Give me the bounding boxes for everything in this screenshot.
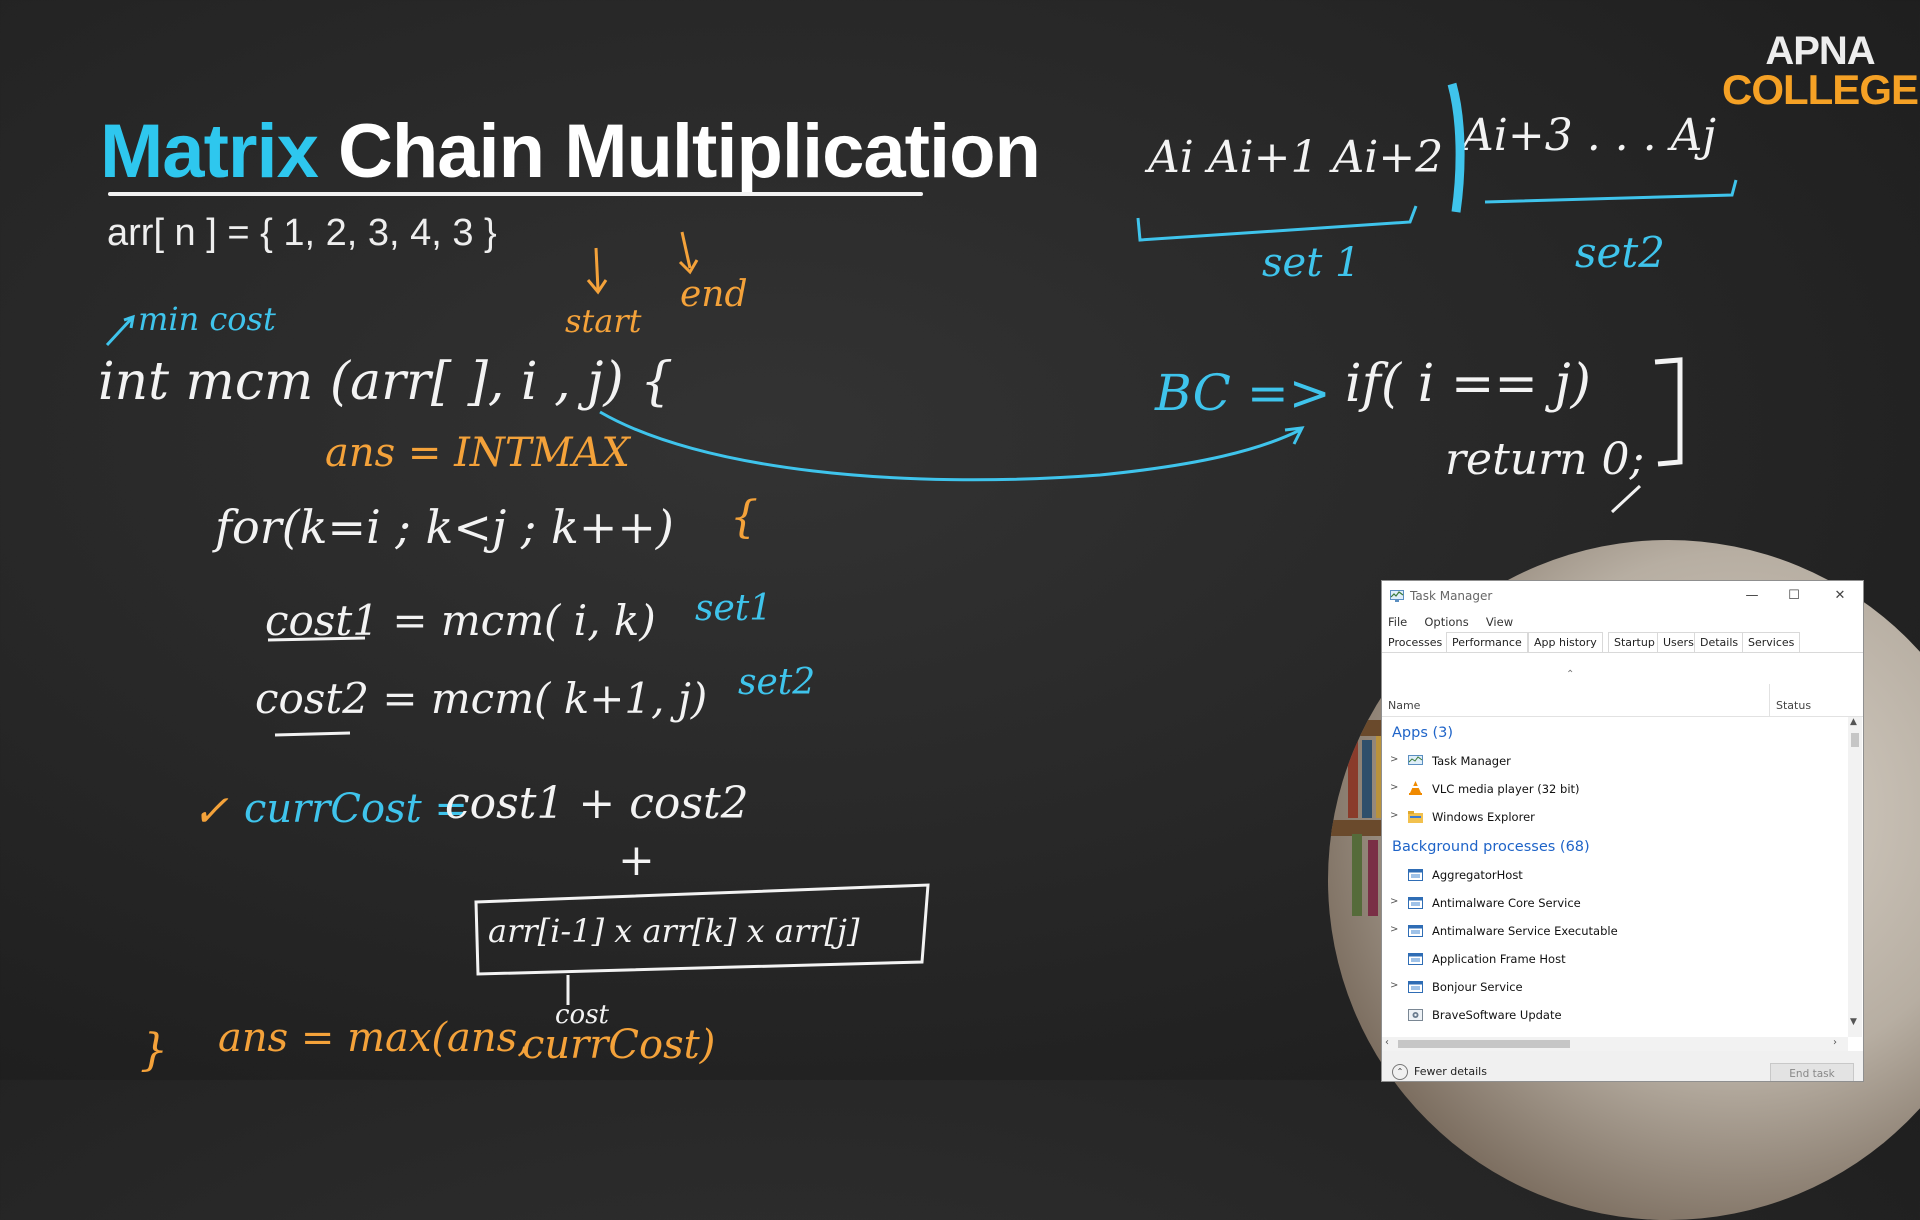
scroll-right-icon[interactable]: › [1833, 1037, 1837, 1048]
setup-icon [1408, 1009, 1423, 1021]
apps-group-header[interactable]: Apps (3) [1382, 719, 1848, 747]
book [1362, 740, 1372, 818]
set1-bracket [1136, 205, 1418, 242]
menu-options[interactable]: Options [1424, 615, 1468, 629]
task-manager-window[interactable]: Task Manager — ☐ ✕ File Options View Pro… [1381, 580, 1864, 1082]
book [1348, 730, 1358, 818]
vlc-cone-icon [1409, 781, 1422, 795]
process-name: Bonjour Service [1432, 980, 1523, 994]
process-row-bonjour-service[interactable]: > Bonjour Service [1382, 973, 1848, 1001]
task-manager-icon [1408, 755, 1423, 765]
fewer-details-label: Fewer details [1414, 1065, 1487, 1078]
process-row-bravesoftware-update[interactable]: BraveSoftware Update [1382, 1001, 1848, 1029]
book [1352, 834, 1362, 916]
start-arrow [594, 247, 600, 291]
expand-chevron-icon[interactable]: > [1390, 896, 1398, 907]
min-cost-arrow [105, 316, 134, 347]
window-process-icon [1408, 897, 1423, 909]
end-task-button[interactable]: End task [1770, 1063, 1854, 1081]
column-name[interactable]: Name [1388, 699, 1420, 712]
title-bar[interactable]: Task Manager — ☐ ✕ [1382, 581, 1863, 611]
base-case-link-arrow [599, 410, 1301, 482]
process-row-windows-explorer[interactable]: > Windows Explorer [1382, 803, 1848, 831]
return-mark [1610, 484, 1642, 514]
vertical-scrollbar[interactable]: ▲ ▼ [1848, 717, 1862, 1037]
process-row-antimalware-executable[interactable]: > Antimalware Service Executable [1382, 917, 1848, 945]
tab-app-history[interactable]: App history [1528, 632, 1603, 652]
maximize-icon[interactable]: ☐ [1783, 586, 1805, 606]
process-row-task-manager[interactable]: > Task Manager [1382, 747, 1848, 775]
horizontal-scroll-thumb[interactable] [1398, 1040, 1570, 1048]
process-name: Task Manager [1432, 754, 1511, 768]
minimize-icon[interactable]: — [1741, 586, 1763, 606]
tab-services[interactable]: Services [1742, 632, 1801, 652]
column-separator[interactable] [1769, 684, 1770, 716]
process-row-aggregatorhost[interactable]: AggregatorHost [1382, 861, 1848, 889]
scroll-up-icon[interactable]: ▲ [1850, 717, 1857, 727]
process-name: AggregatorHost [1432, 868, 1523, 882]
process-name: Application Frame Host [1432, 952, 1566, 966]
task-manager-icon [1390, 590, 1404, 602]
process-row-vlc[interactable]: > VLC media player (32 bit) [1382, 775, 1848, 803]
expand-chevron-icon[interactable]: > [1390, 924, 1398, 935]
book [1368, 840, 1378, 916]
chevron-up-icon: ⌃ [1392, 1064, 1408, 1080]
scroll-down-icon[interactable]: ▼ [1850, 1017, 1857, 1027]
tab-strip: Processes Performance App history Startu… [1382, 632, 1863, 653]
background-group-header[interactable]: Background processes (68) [1382, 833, 1848, 861]
scroll-left-icon[interactable]: ‹ [1385, 1037, 1389, 1048]
cost1-underline [267, 636, 366, 642]
process-name: BraveSoftware Update [1432, 1008, 1562, 1022]
tab-details[interactable]: Details [1694, 632, 1745, 652]
end-arrow [680, 231, 692, 269]
menu-bar: File Options View [1382, 611, 1863, 629]
process-name: Windows Explorer [1432, 810, 1535, 824]
horizontal-scrollbar[interactable]: ‹ › [1382, 1037, 1848, 1051]
product-box [474, 883, 930, 976]
menu-file[interactable]: File [1388, 615, 1407, 629]
close-icon[interactable]: ✕ [1829, 586, 1851, 606]
chalkboard: Matrix Chain Multiplication arr[ n ] = {… [0, 0, 1920, 1220]
process-row-application-frame-host[interactable]: Application Frame Host [1382, 945, 1848, 973]
window-process-icon [1408, 981, 1423, 993]
window-title: Task Manager [1410, 589, 1493, 603]
process-name: VLC media player (32 bit) [1432, 782, 1580, 796]
vertical-scroll-thumb[interactable] [1851, 733, 1859, 747]
fewer-details-button[interactable]: ⌃ Fewer details [1392, 1064, 1487, 1080]
sort-arrow-icon[interactable]: ⌃ [1566, 669, 1574, 680]
footer-bar: ⌃ Fewer details End task [1382, 1051, 1863, 1081]
base-case-bracket [1654, 357, 1683, 467]
window-process-icon [1408, 953, 1423, 965]
process-name: Antimalware Service Executable [1432, 924, 1618, 938]
column-header: Name Status [1382, 684, 1863, 717]
expand-chevron-icon[interactable]: > [1390, 980, 1398, 991]
expand-chevron-icon[interactable]: > [1390, 810, 1398, 821]
menu-view[interactable]: View [1486, 615, 1513, 629]
cost2-underline [274, 731, 351, 737]
window-process-icon [1408, 925, 1423, 937]
tab-startup[interactable]: Startup [1608, 632, 1661, 652]
set2-bracket [1484, 179, 1738, 204]
tab-performance[interactable]: Performance [1446, 632, 1528, 652]
column-status[interactable]: Status [1776, 699, 1811, 712]
folder-icon [1408, 811, 1423, 823]
expand-chevron-icon[interactable]: > [1390, 782, 1398, 793]
process-name: Antimalware Core Service [1432, 896, 1581, 910]
process-row-antimalware-core[interactable]: > Antimalware Core Service [1382, 889, 1848, 917]
process-list: Apps (3) > Task Manager > VLC media play… [1382, 719, 1848, 1029]
tab-processes[interactable]: Processes [1382, 632, 1449, 652]
expand-chevron-icon[interactable]: > [1390, 754, 1398, 765]
window-process-icon [1408, 869, 1423, 881]
chain-partition-line [1447, 82, 1465, 213]
